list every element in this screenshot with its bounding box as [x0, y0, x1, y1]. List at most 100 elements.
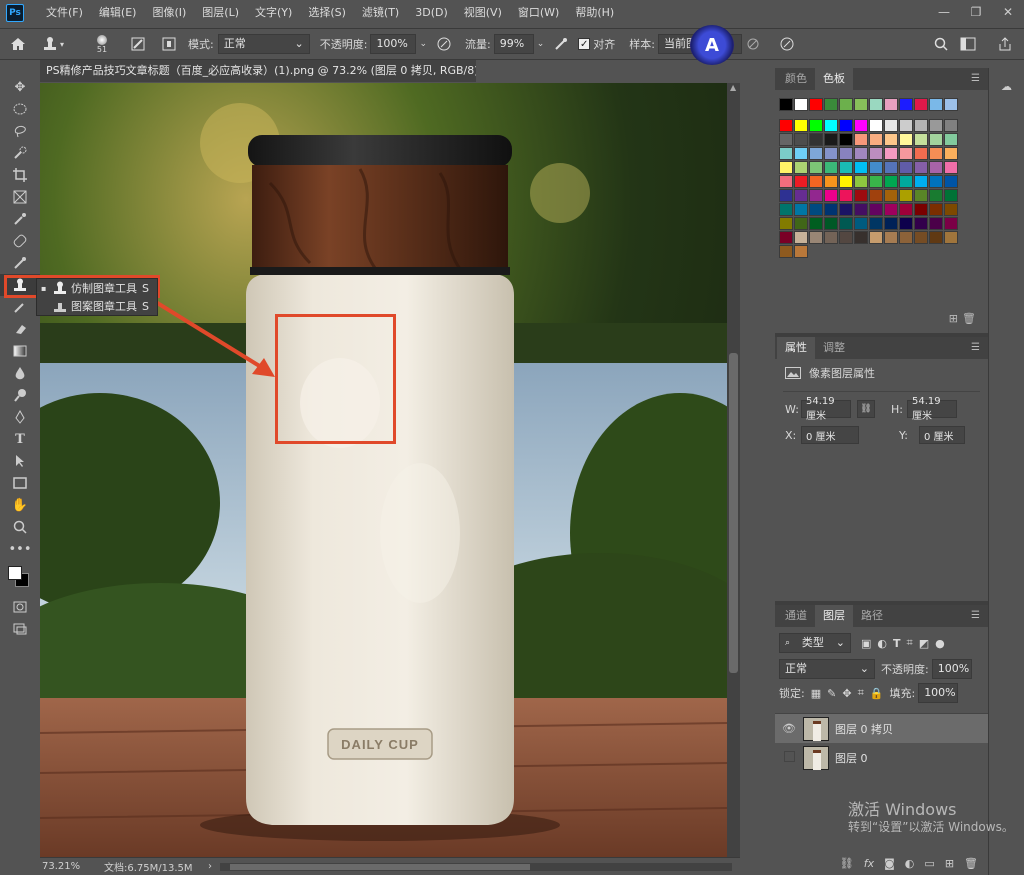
close-button[interactable]: ✕	[992, 0, 1024, 24]
menu-3d[interactable]: 3D(D)	[407, 0, 456, 26]
y-field[interactable]: 0 厘米	[919, 426, 965, 444]
marquee-tool-icon[interactable]	[0, 98, 40, 120]
search-icon[interactable]	[934, 37, 948, 51]
menu-image[interactable]: 图像(I)	[144, 0, 194, 26]
share-icon[interactable]	[998, 37, 1012, 51]
clone-stamp-option[interactable]: ▪ 仿制图章工具 S	[37, 279, 157, 297]
new-swatch-icon[interactable]: ⊞	[949, 312, 958, 325]
chevron-down-icon[interactable]: ⌄	[419, 39, 427, 49]
mode-select[interactable]: 正常 ⌄	[217, 34, 310, 54]
adjustment-layer-icon[interactable]: ◐	[905, 857, 915, 870]
tool-preset-picker[interactable]: ▾	[42, 36, 78, 52]
layer-filter-select[interactable]: ⌕ 类型 ⌄	[779, 633, 851, 653]
history-brush-tool-icon[interactable]	[0, 296, 40, 318]
lock-artboard-icon[interactable]: ⌗	[858, 686, 864, 700]
delete-layer-icon[interactable]: 🗑	[964, 857, 978, 870]
minimize-button[interactable]: —	[928, 0, 960, 24]
tab-color[interactable]: 颜色	[777, 68, 815, 90]
brush-tool-icon[interactable]	[0, 252, 40, 274]
width-field[interactable]: 54.19 厘米	[801, 396, 851, 422]
more-tools-icon[interactable]: •••	[0, 538, 40, 560]
horizontal-scrollbar[interactable]	[220, 862, 732, 871]
swatch-grid[interactable]	[775, 90, 988, 258]
lock-position-icon[interactable]: ✥	[842, 687, 851, 700]
layer-row[interactable]: 图层 0	[775, 743, 988, 772]
document-canvas[interactable]: DAILY CUP	[40, 83, 727, 858]
layer-name[interactable]: 图层 0	[835, 750, 868, 766]
menu-window[interactable]: 窗口(W)	[510, 0, 567, 26]
menu-file[interactable]: 文件(F)	[38, 0, 91, 26]
chevron-down-icon[interactable]: ⌄	[537, 39, 545, 49]
tab-channels[interactable]: 通道	[777, 605, 815, 627]
panel-menu-icon[interactable]: ☰	[971, 610, 980, 621]
blur-tool-icon[interactable]	[0, 362, 40, 384]
layer-opacity-field[interactable]: 100%	[931, 659, 972, 679]
opacity-field[interactable]: 100%	[370, 34, 417, 54]
layer-style-icon[interactable]: fx	[864, 857, 874, 870]
eyedropper-tool-icon[interactable]	[0, 208, 40, 230]
filter-shape-icon[interactable]: ⌗	[907, 636, 913, 650]
filter-smart-object-icon[interactable]: ◩	[919, 637, 929, 650]
filter-pixel-icon[interactable]: ▣	[861, 637, 871, 650]
status-arrow-icon[interactable]: ›	[208, 861, 212, 872]
menu-help[interactable]: 帮助(H)	[567, 0, 622, 26]
fill-field[interactable]: 100%	[918, 683, 959, 703]
clone-source-icon[interactable]	[156, 37, 182, 51]
lock-pixels-icon[interactable]: ✎	[827, 687, 836, 700]
tab-adjustments[interactable]: 调整	[815, 337, 853, 359]
zoom-tool-icon[interactable]	[0, 516, 40, 538]
rectangle-tool-icon[interactable]	[0, 472, 40, 494]
align-checkbox[interactable]: ✓	[578, 38, 591, 50]
brush-settings-icon[interactable]	[126, 37, 150, 51]
pressure-opacity-icon[interactable]	[433, 37, 455, 51]
restore-button[interactable]: ❐	[960, 0, 992, 24]
scrollbar-thumb[interactable]	[230, 863, 530, 870]
lasso-tool-icon[interactable]	[0, 120, 40, 142]
recent-swatches[interactable]	[779, 98, 988, 111]
blend-mode-select[interactable]: 正常 ⌄	[779, 659, 875, 679]
menu-select[interactable]: 选择(S)	[300, 0, 354, 26]
delete-swatch-icon[interactable]: 🗑	[962, 312, 976, 325]
tab-properties[interactable]: 属性	[777, 337, 815, 359]
crop-tool-icon[interactable]	[0, 164, 40, 186]
layer-name[interactable]: 图层 0 拷贝	[835, 721, 893, 737]
eraser-tool-icon[interactable]	[0, 318, 40, 340]
new-group-icon[interactable]: ▭	[924, 857, 934, 870]
type-tool-icon[interactable]: T	[0, 428, 40, 450]
menu-type[interactable]: 文字(Y)	[247, 0, 300, 26]
canvas-scrollbar[interactable]: ▲	[727, 83, 740, 858]
brush-preset-picker[interactable]: 51	[84, 34, 120, 54]
link-icon[interactable]: ⛓	[857, 400, 875, 418]
foreground-color[interactable]	[8, 566, 22, 580]
filter-toggle-icon[interactable]: ●	[935, 637, 945, 650]
airbrush-icon[interactable]	[550, 37, 572, 51]
filter-adjustment-icon[interactable]: ◐	[877, 637, 887, 650]
menu-view[interactable]: 视图(V)	[456, 0, 510, 26]
menu-filter[interactable]: 滤镜(T)	[354, 0, 407, 26]
ignore-adjustment-icon[interactable]	[746, 37, 760, 51]
healing-brush-tool-icon[interactable]	[0, 230, 40, 252]
home-icon[interactable]	[0, 37, 36, 51]
panel-menu-icon[interactable]: ☰	[971, 342, 980, 353]
document-tab[interactable]: PS精修产品技巧文章标题（百度_必应高收录）(1).png @ 73.2% (图…	[40, 60, 476, 82]
quick-mask-icon[interactable]	[0, 596, 40, 618]
quick-select-tool-icon[interactable]	[0, 142, 40, 164]
lock-all-icon[interactable]: 🔒	[870, 687, 884, 700]
pattern-stamp-option[interactable]: 图案图章工具 S	[37, 297, 157, 315]
workspace-icon[interactable]	[960, 37, 976, 51]
path-select-tool-icon[interactable]	[0, 450, 40, 472]
scrollbar-thumb[interactable]	[729, 353, 738, 673]
filter-type-icon[interactable]: T	[893, 637, 901, 650]
visibility-toggle[interactable]	[779, 750, 799, 765]
tab-swatches[interactable]: 色板	[815, 68, 853, 90]
dodge-tool-icon[interactable]	[0, 384, 40, 406]
tab-layers[interactable]: 图层	[815, 605, 853, 627]
screen-mode-icon[interactable]	[0, 618, 40, 640]
gradient-tool-icon[interactable]	[0, 340, 40, 362]
pressure-size-icon[interactable]	[780, 37, 794, 51]
menu-layer[interactable]: 图层(L)	[194, 0, 247, 26]
panel-menu-icon[interactable]: ☰	[971, 73, 980, 84]
hand-tool-icon[interactable]: ✋	[0, 494, 40, 516]
lock-transparent-icon[interactable]: ▦	[811, 687, 821, 700]
tab-paths[interactable]: 路径	[853, 605, 891, 627]
